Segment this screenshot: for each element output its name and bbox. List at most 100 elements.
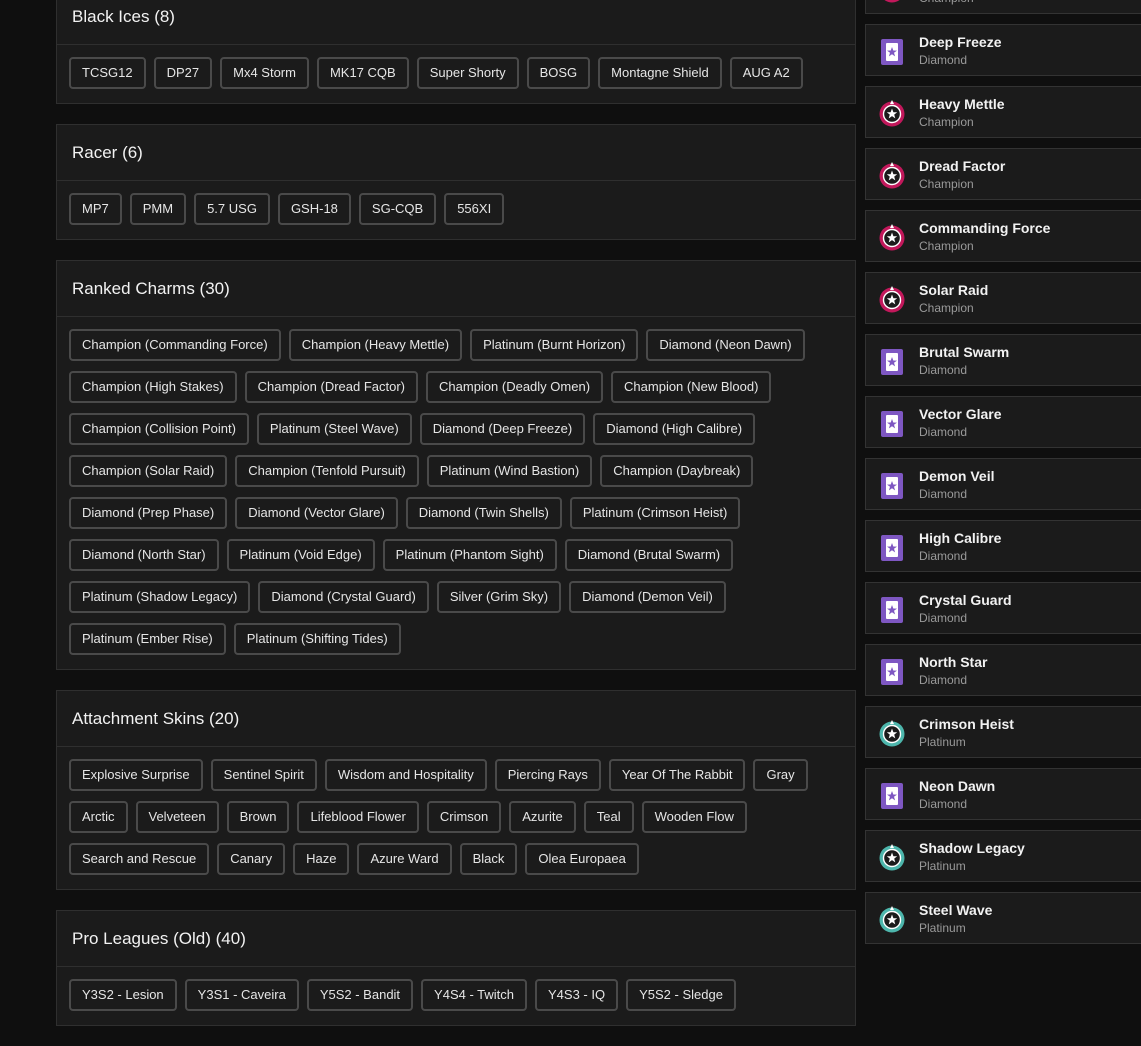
item-chip[interactable]: Gray (753, 759, 808, 791)
item-chip[interactable]: Diamond (Neon Dawn) (646, 329, 805, 361)
ranked-charm-card[interactable]: High Calibre Diamond (865, 520, 1141, 572)
section-title: Ranked Charms (30) (57, 261, 855, 317)
item-chip[interactable]: Canary (217, 843, 286, 875)
item-chip[interactable]: Diamond (Demon Veil) (569, 581, 726, 613)
ranked-charm-card[interactable]: Shadow Legacy Platinum (865, 830, 1141, 882)
item-chip[interactable]: Platinum (Void Edge) (226, 539, 375, 571)
item-chip[interactable]: MP7 (69, 193, 122, 225)
item-chip[interactable]: Azure Ward (357, 843, 452, 875)
charm-rank: Diamond (919, 425, 968, 439)
item-chip[interactable]: PMM (129, 193, 187, 225)
item-chip[interactable]: Teal (583, 801, 634, 833)
item-chip[interactable]: Diamond (High Calibre) (593, 413, 756, 445)
item-chip[interactable]: Y4S3 - IQ (535, 979, 619, 1011)
item-chip[interactable]: Wooden Flow (641, 801, 747, 833)
item-chip[interactable]: Platinum (Burnt Horizon) (470, 329, 639, 361)
item-chip[interactable]: Y4S4 - Twitch (421, 979, 528, 1011)
item-chip[interactable]: Diamond (Vector Glare) (235, 497, 398, 529)
item-chip[interactable]: Diamond (North Star) (69, 539, 219, 571)
ranked-charm-card[interactable]: Vector Glare Diamond (865, 396, 1141, 448)
item-chip[interactable]: Azurite (509, 801, 576, 833)
item-chip[interactable]: 556XI (444, 193, 505, 225)
ranked-charm-card[interactable]: Brutal Swarm Diamond (865, 334, 1141, 386)
item-chip[interactable]: Platinum (Ember Rise) (69, 623, 226, 655)
ranked-charm-card[interactable]: Steel Wave Platinum (865, 892, 1141, 944)
item-chip[interactable]: BOSG (526, 57, 591, 89)
ranked-charm-card[interactable]: Heavy Mettle Champion (865, 86, 1141, 138)
item-chip[interactable]: Montagne Shield (598, 57, 722, 89)
item-chip[interactable]: Diamond (Twin Shells) (405, 497, 562, 529)
diamond-rank-icon (881, 411, 903, 437)
item-chip[interactable]: Champion (New Blood) (611, 371, 772, 403)
item-chip[interactable]: Mx4 Storm (220, 57, 309, 89)
item-chip[interactable]: Y5S2 - Bandit (306, 979, 414, 1011)
collection-section: Pro Leagues (Old) (40) Y3S2 - Lesion Y3S1 … (56, 910, 856, 1026)
item-chip[interactable]: Champion (Dread Factor) (244, 371, 419, 403)
item-chip[interactable]: Champion (Solar Raid) (69, 455, 228, 487)
item-chip[interactable]: Y5S2 - Sledge (626, 979, 736, 1011)
item-chip[interactable]: Platinum (Wind Bastion) (426, 455, 593, 487)
item-chip[interactable]: Olea Europaea (525, 843, 639, 875)
item-chip[interactable]: Haze (293, 843, 350, 875)
item-chip[interactable]: SG-CQB (358, 193, 437, 225)
item-chip[interactable]: Platinum (Steel Wave) (256, 413, 412, 445)
item-chip[interactable]: Lifeblood Flower (297, 801, 419, 833)
charm-name: Commanding Force (919, 220, 1051, 236)
item-chip[interactable]: Platinum (Shadow Legacy) (69, 581, 251, 613)
item-chip[interactable]: Platinum (Shifting Tides) (233, 623, 401, 655)
item-chip[interactable]: Y3S2 - Lesion (69, 979, 177, 1011)
item-chip[interactable]: Champion (Deadly Omen) (426, 371, 604, 403)
item-chip[interactable]: DP27 (153, 57, 213, 89)
charm-rank: Champion (919, 177, 974, 191)
charm-rank: Diamond (919, 797, 968, 811)
item-chip[interactable]: Brown (226, 801, 290, 833)
charm-name: Deep Freeze (919, 34, 1002, 50)
item-chip[interactable]: Champion (Heavy Mettle) (288, 329, 463, 361)
item-chip[interactable]: Diamond (Crystal Guard) (258, 581, 429, 613)
item-chip[interactable]: Platinum (Phantom Sight) (382, 539, 557, 571)
ranked-charm-card[interactable]: North Star Diamond (865, 644, 1141, 696)
item-chip[interactable]: 5.7 USG (194, 193, 270, 225)
ranked-charm-card[interactable]: Solar Raid Champion (865, 272, 1141, 324)
item-chip[interactable]: Silver (Grim Sky) (436, 581, 562, 613)
item-chip[interactable]: Diamond (Deep Freeze) (419, 413, 586, 445)
item-chip[interactable]: Platinum (Crimson Heist) (569, 497, 741, 529)
ranked-charm-card[interactable]: Neon Dawn Diamond (865, 768, 1141, 820)
item-chip[interactable]: Arctic (69, 801, 128, 833)
item-chip[interactable]: Explosive Surprise (69, 759, 203, 791)
item-chip[interactable]: Diamond (Prep Phase) (69, 497, 228, 529)
item-chip[interactable]: Piercing Rays (494, 759, 601, 791)
item-chip[interactable]: Super Shorty (416, 57, 519, 89)
ranked-charm-card[interactable]: Deep Freeze Diamond (865, 24, 1141, 76)
ranked-charm-card[interactable]: Crimson Heist Platinum (865, 706, 1141, 758)
collection-section: Ranked Charms (30) Champion (Commanding F… (56, 260, 856, 670)
ranked-charm-card[interactable]: Commanding Force Champion (865, 210, 1141, 262)
item-chip[interactable]: MK17 CQB (316, 57, 409, 89)
item-chip[interactable]: Champion (Commanding Force) (69, 329, 281, 361)
item-chip[interactable]: Year Of The Rabbit (608, 759, 746, 791)
diamond-rank-icon (881, 597, 903, 623)
item-chip[interactable]: Search and Rescue (69, 843, 210, 875)
item-chip[interactable]: AUG A2 (729, 57, 803, 89)
item-chip[interactable]: Y3S1 - Caveira (184, 979, 299, 1011)
item-chip[interactable]: Wisdom and Hospitality (324, 759, 487, 791)
item-chip[interactable]: Diamond (Brutal Swarm) (564, 539, 734, 571)
item-chip[interactable]: TCSG12 (69, 57, 146, 89)
item-chip[interactable]: Champion (Tenfold Pursuit) (235, 455, 419, 487)
item-chip[interactable]: GSH-18 (277, 193, 351, 225)
item-chip[interactable]: Velveteen (135, 801, 219, 833)
ranked-charm-card[interactable]: Dread Factor Champion (865, 148, 1141, 200)
item-chip[interactable]: Crimson (426, 801, 502, 833)
item-chip[interactable]: Champion (Daybreak) (600, 455, 754, 487)
item-chip[interactable]: Black (459, 843, 518, 875)
ranked-charm-card[interactable]: Demon Veil Diamond (865, 458, 1141, 510)
ranked-charm-card[interactable]: Champion (865, 0, 1141, 14)
item-chip[interactable]: Champion (High Stakes) (69, 371, 237, 403)
champion-rank-icon (879, 100, 905, 127)
charm-name: Solar Raid (919, 282, 989, 298)
item-chip[interactable]: Champion (Collision Point) (69, 413, 249, 445)
ranked-charm-card[interactable]: Crystal Guard Diamond (865, 582, 1141, 634)
item-chip[interactable]: Sentinel Spirit (210, 759, 317, 791)
charm-name: Brutal Swarm (919, 344, 1010, 360)
champion-rank-icon (879, 162, 905, 189)
